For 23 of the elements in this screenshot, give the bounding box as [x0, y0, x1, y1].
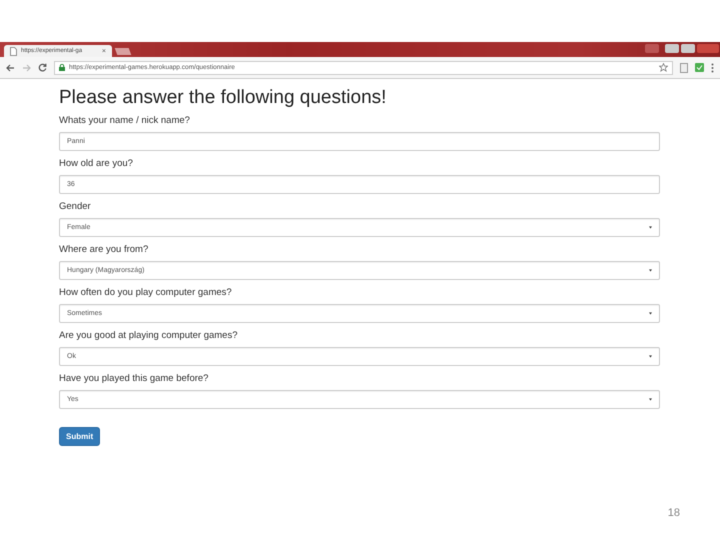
reload-icon[interactable]: [38, 63, 47, 72]
question-label: Where are you from?: [59, 244, 150, 256]
question-label: Whats your name / nick name?: [59, 115, 191, 127]
document-icon[interactable]: [680, 62, 688, 72]
question-label: Have you played this game before?: [59, 373, 210, 385]
caret-icon: [649, 312, 652, 315]
new-tab-button[interactable]: [114, 48, 132, 55]
menu-icon[interactable]: [711, 62, 714, 72]
submit-button[interactable]: Submit: [59, 427, 100, 446]
back-icon[interactable]: [6, 64, 15, 72]
extension-icon[interactable]: [695, 63, 704, 72]
lock-icon: [59, 64, 65, 71]
question-label: How old are you?: [59, 158, 134, 170]
caret-icon: [649, 355, 652, 358]
star-icon[interactable]: [659, 63, 668, 72]
slide-number: 18: [668, 507, 680, 519]
form-title: Please answer the following questions!: [59, 87, 388, 109]
caret-icon: [649, 398, 652, 401]
question-label: Gender: [59, 201, 92, 213]
caret-icon: [649, 269, 652, 272]
question-label: How often do you play computer games?: [59, 287, 233, 299]
caret-icon: [649, 226, 652, 229]
question-label: Are you good at playing computer games?: [59, 330, 238, 342]
